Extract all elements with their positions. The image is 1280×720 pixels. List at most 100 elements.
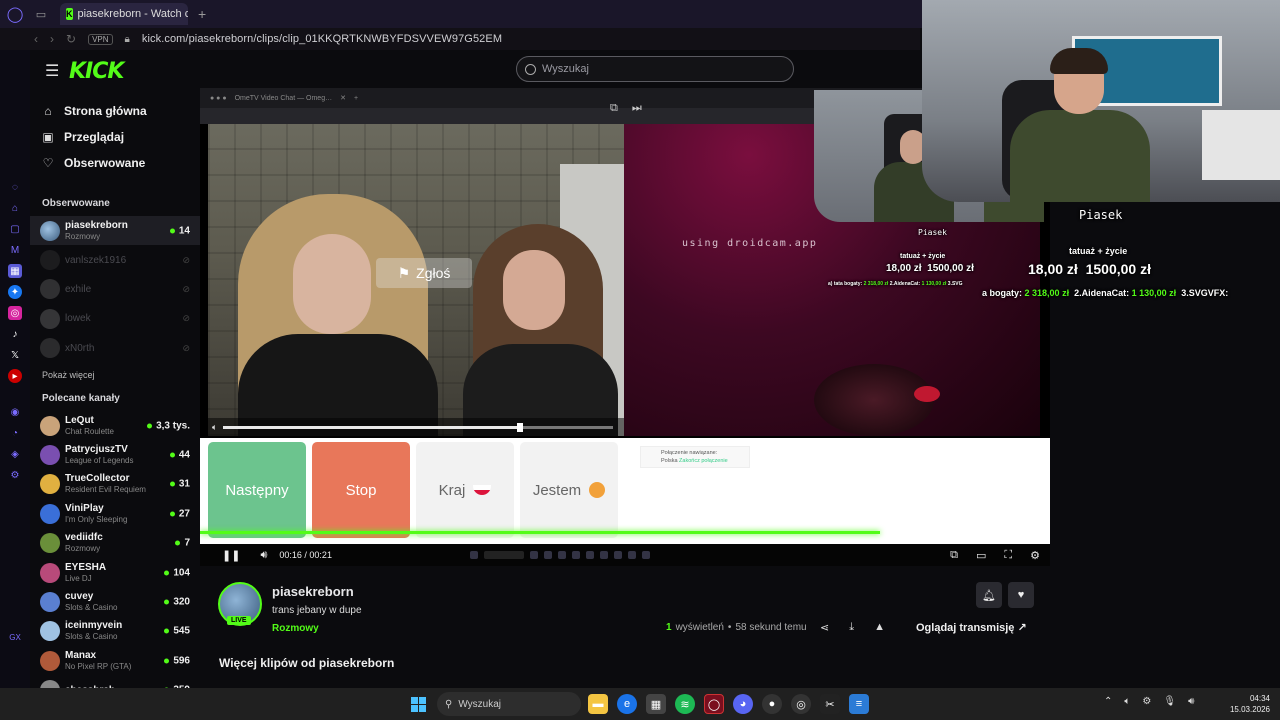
notice-link[interactable]: Zakończ połączenie [679, 458, 728, 464]
channel-name: exhile [65, 283, 92, 295]
captured-taskbar [470, 550, 770, 560]
lock-icon[interactable]: 🔒︎ [125, 34, 130, 45]
browser-tab[interactable]: K piasekreborn - Watch c 🔊︎ [60, 3, 188, 25]
nav-browse[interactable]: ▣ Przeglądaj [30, 124, 200, 150]
next-button[interactable]: Następny [208, 442, 306, 538]
settings-icon[interactable]: ⚙ [1030, 549, 1040, 562]
mic-icon[interactable]: 🎙︎ [1163, 696, 1176, 707]
next-clip-icon[interactable]: ⏭ [632, 102, 642, 115]
search-input[interactable]: Wyszukaj [516, 56, 794, 82]
live-dot-icon [169, 228, 175, 234]
theater-icon[interactable]: ▭ [976, 549, 986, 562]
store-icon[interactable]: ▦ [646, 694, 666, 714]
youtube-icon[interactable]: ▸ [8, 369, 22, 383]
instagram-icon[interactable]: ◎ [8, 306, 22, 320]
discord-icon[interactable]: ◕ [733, 694, 753, 714]
settings-icon[interactable]: ⚙ [1142, 696, 1151, 707]
followed-channel[interactable]: piasekreborn Rozmowy 14 [30, 216, 200, 246]
miniplayer-icon[interactable]: ⧉ [950, 549, 958, 562]
reload-icon[interactable]: ↻ [66, 32, 76, 46]
watch-stream-link[interactable]: Oglądaj transmisję ↗ [916, 621, 1027, 634]
search-placeholder: Wyszukaj [542, 63, 589, 75]
channel-name: xN0rth [65, 342, 95, 354]
nav-following[interactable]: ♡ Obserwowane [30, 150, 200, 176]
tiktok-icon[interactable]: ♪ [8, 327, 22, 341]
new-tab-button[interactable]: + [198, 6, 206, 22]
settings-icon[interactable]: ⚙ [8, 468, 22, 482]
notepad-icon[interactable]: ≡ [849, 694, 869, 714]
player-icon[interactable]: ◉ [8, 405, 22, 419]
channel-category[interactable]: Rozmowy [272, 623, 319, 634]
show-more-link[interactable]: Pokaż więcej [30, 363, 200, 387]
follow-button[interactable]: ♥ [1008, 582, 1034, 608]
followed-channel[interactable]: exhile ⊘ [30, 275, 200, 304]
opera-logo-icon[interactable]: ◯ [0, 0, 30, 28]
followed-title: Obserwowane [42, 198, 110, 209]
opera-icon[interactable]: ◯ [704, 694, 724, 714]
recommended-channel[interactable]: Manax No Pixel RP (GTA) 596 [30, 646, 200, 675]
stop-button[interactable]: Stop [312, 442, 410, 538]
vpn-badge[interactable]: VPN [88, 33, 113, 45]
share-icon[interactable]: ⋖ [820, 621, 829, 634]
back-icon[interactable]: ‹ [34, 32, 38, 46]
pip-icon[interactable]: ⧉ [610, 102, 618, 115]
recommended-channel[interactable]: iceinmyvein Slots & Casino 545 [30, 617, 200, 646]
messenger-icon[interactable]: ✦ [8, 285, 22, 299]
clock[interactable]: 04:34 15.03.2026 [1226, 693, 1270, 715]
workspaces-icon[interactable]: ▭ [30, 8, 52, 21]
volume-icon[interactable]: 🔊︎ [1188, 696, 1194, 707]
gx-icon[interactable]: GX [8, 630, 22, 644]
file-explorer-icon[interactable]: ▬ [588, 694, 608, 714]
steam-icon[interactable]: ◎ [791, 694, 811, 714]
kick-logo[interactable]: KICK [69, 59, 124, 84]
x-icon[interactable]: 𝕏 [8, 348, 22, 362]
obs-icon[interactable]: ● [762, 694, 782, 714]
recommended-channel[interactable]: ViniPlay I'm Only Sleeping 27 [30, 499, 200, 528]
recommended-channel[interactable]: vediidfc Rozmowy 7 [30, 529, 200, 558]
recommended-channel[interactable]: EYESHA Live DJ 104 [30, 558, 200, 587]
followed-channel[interactable]: xN0rth ⊘ [30, 334, 200, 363]
recommended-channel[interactable]: PatrycjuszTV League of Legends 44 [30, 440, 200, 469]
capcut-icon[interactable]: ✂ [820, 694, 840, 714]
recommended-channel[interactable]: TrueCollector Resident Evil Requiem 31 [30, 470, 200, 499]
viewer-count: 14 [178, 225, 190, 237]
top-donors: a bogaty: 2 318,00 zł 2.AidenaCat: 1 130… [982, 288, 1228, 298]
pin-icon[interactable]: ◈ [8, 447, 22, 461]
history-icon[interactable]: ◔ [8, 426, 22, 440]
search-icon: ⚲ [445, 698, 453, 710]
country-button[interactable]: Kraj [416, 442, 514, 538]
download-icon[interactable]: ⤓ [849, 621, 854, 634]
menu-icon[interactable]: ☰ [45, 61, 59, 81]
taskbar-search[interactable]: ⚲ Wyszukaj [437, 692, 581, 716]
m-icon[interactable]: M [8, 243, 22, 257]
clip-progress-bar[interactable] [200, 531, 880, 534]
recommended-channel[interactable]: cuvey Slots & Casino 320 [30, 587, 200, 616]
fullscreen-icon[interactable]: ⛶ [1004, 549, 1012, 562]
forward-icon[interactable]: › [50, 32, 54, 46]
recommended-channel[interactable]: LeQut Chat Roulette 3,3 tys. [30, 411, 200, 440]
url-field[interactable]: kick.com/piasekreborn/clips/clip_01KKQRT… [142, 33, 502, 45]
views-count: 1 [666, 622, 672, 633]
followed-channel[interactable]: lowek ⊘ [30, 304, 200, 333]
bag-icon[interactable]: ⌂ [8, 201, 22, 215]
report-button[interactable]: ⚑ Zgłoś [376, 258, 472, 288]
followed-channel[interactable]: vanlszek1916 ⊘ [30, 245, 200, 274]
aria-icon[interactable]: ◌ [8, 180, 22, 194]
channel-name[interactable]: piasekreborn [272, 584, 354, 599]
volume-icon[interactable]: 🔊︎ [260, 549, 267, 562]
avatar [40, 533, 60, 554]
player-controls: ❚❚ 🔊︎ 00:16 / 00:21 ⧉ ▭ ⛶ ⚙ [200, 544, 1050, 566]
chevron-up-icon[interactable]: ⌃ [1104, 696, 1112, 707]
spotify-icon[interactable]: ≋ [675, 694, 695, 714]
iam-button[interactable]: Jestem [520, 442, 618, 538]
speaker-icon[interactable]: 🔈︎ [1124, 696, 1130, 707]
external-link-icon: ↗ [1017, 622, 1027, 634]
pause-icon[interactable]: ❚❚ [222, 549, 240, 562]
apps-icon[interactable]: ▦ [8, 264, 22, 278]
nav-home[interactable]: ⌂ Strona główna [30, 98, 200, 124]
edge-icon[interactable]: e [617, 694, 637, 714]
windows-start-icon[interactable] [411, 697, 426, 712]
notify-button[interactable]: 🔔︎ [976, 582, 1002, 608]
report-icon[interactable]: ▲ [874, 621, 885, 634]
chat-icon[interactable]: ▢ [8, 222, 22, 236]
